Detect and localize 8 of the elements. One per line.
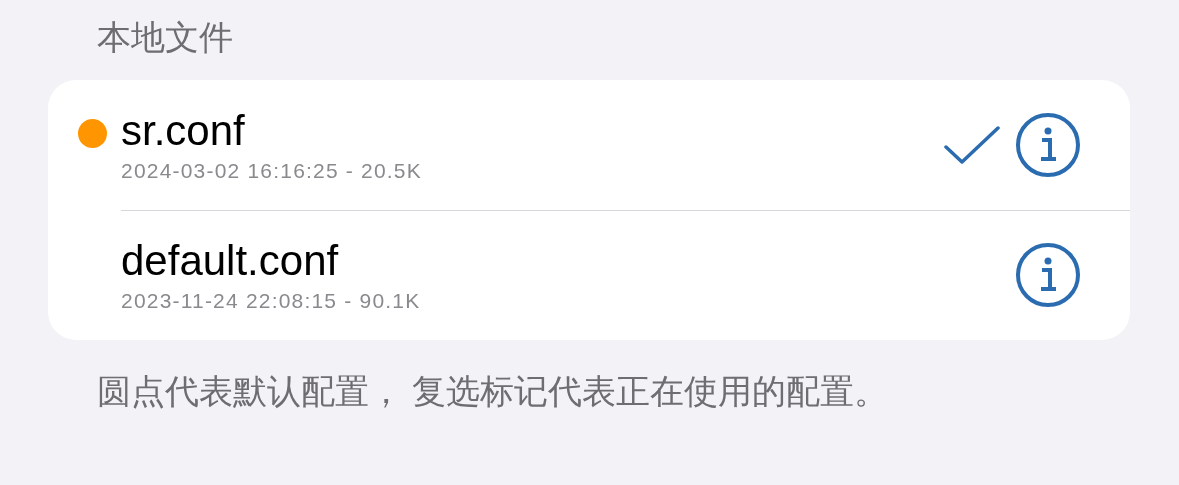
footer-note: 圆点代表默认配置， 复选标记代表正在使用的配置。 (96, 371, 890, 412)
file-name: default.conf (121, 237, 340, 285)
file-name: sr.conf (121, 106, 246, 155)
file-meta: 2023-11-24 22:08:15 - 90.1K (121, 289, 422, 313)
section-title: 本地文件 (96, 17, 234, 58)
file-meta: 2024-03-02 16:16:25 - 20.5K (121, 158, 423, 183)
info-icon[interactable] (1015, 242, 1081, 308)
info-icon[interactable] (1015, 111, 1081, 178)
